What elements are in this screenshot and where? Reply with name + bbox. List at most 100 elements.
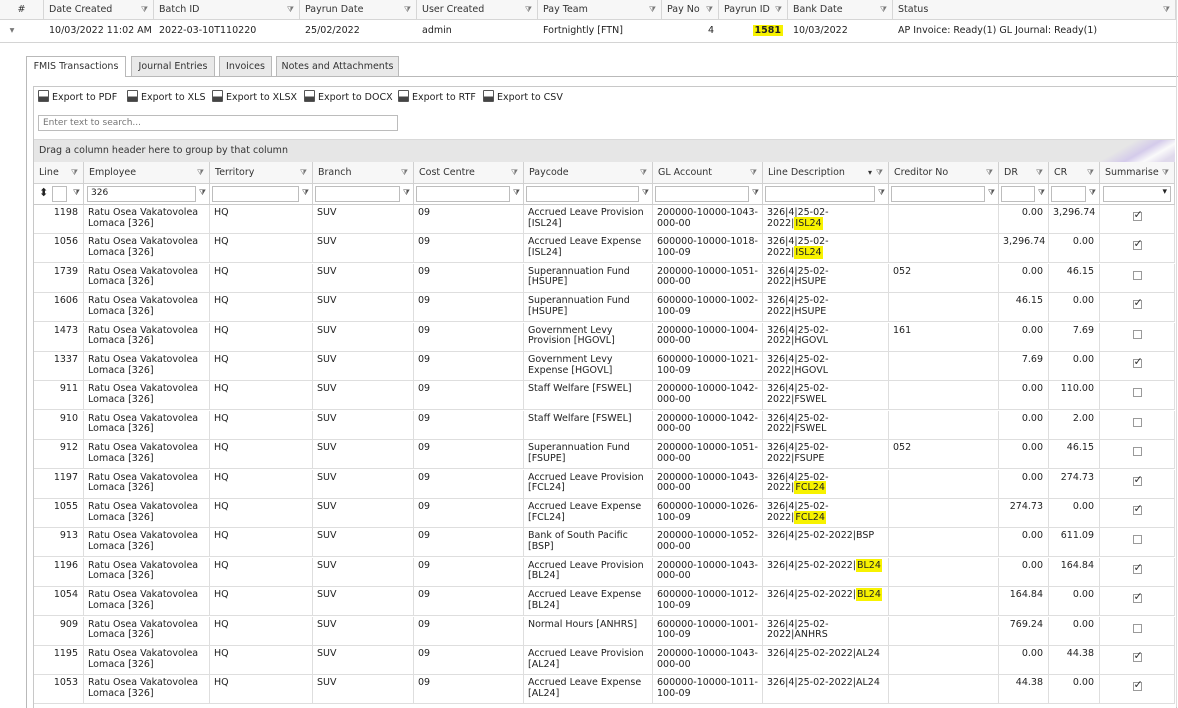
filter-icon[interactable]: ⧩ — [71, 162, 78, 183]
filter-input-territory[interactable] — [212, 186, 299, 202]
summarise-checkbox[interactable] — [1132, 329, 1142, 339]
col-header-pay-no[interactable]: Pay No ⧩ — [662, 0, 719, 20]
summarise-checkbox[interactable] — [1132, 270, 1142, 280]
col-header-paycode[interactable]: Paycode ⧩ — [524, 162, 653, 184]
table-row[interactable]: 1055 Ratu Osea Vakatovolea Lomaca [326] HQ… — [34, 499, 1175, 528]
filter-icon[interactable]: ⧩ — [302, 188, 309, 198]
filter-input-gl-account[interactable] — [655, 186, 749, 202]
filter-icon[interactable]: ⧩ — [525, 0, 532, 19]
row-expand-icon[interactable]: ▾ — [0, 20, 24, 41]
filter-icon[interactable]: ⧩ — [880, 0, 887, 19]
filter-icon[interactable]: ⧩ — [750, 162, 757, 183]
table-row[interactable]: 1606 Ratu Osea Vakatovolea Lomaca [326] HQ… — [34, 293, 1175, 323]
filter-icon[interactable]: ⧩ — [199, 188, 206, 198]
filter-icon[interactable]: ⧩ — [1089, 188, 1096, 198]
export-pdf-button[interactable]: Export to PDF — [38, 90, 117, 106]
filter-icon[interactable]: ⧩ — [876, 162, 883, 183]
filter-input-branch[interactable] — [315, 186, 400, 202]
table-row[interactable]: 911 Ratu Osea Vakatovolea Lomaca [326] HQ S… — [34, 381, 1175, 411]
table-row[interactable]: 1739 Ratu Osea Vakatovolea Lomaca [326] HQ… — [34, 263, 1175, 293]
filter-icon[interactable]: ⧩ — [1036, 162, 1043, 183]
filter-icon[interactable]: ⧩ — [775, 0, 782, 19]
col-header-hash[interactable]: # — [0, 0, 44, 20]
filter-icon[interactable]: ⧩ — [73, 188, 80, 198]
summarise-checkbox[interactable] — [1132, 298, 1143, 310]
filter-icon[interactable]: ⧩ — [404, 0, 411, 19]
filter-input-employee[interactable]: 326 — [87, 186, 196, 202]
summarise-checkbox[interactable] — [1132, 563, 1143, 574]
tab-journal-entries[interactable]: Journal Entries — [131, 56, 215, 76]
chevron-down-icon[interactable]: ▾ — [1162, 187, 1167, 197]
table-row[interactable]: 910 Ratu Osea Vakatovolea Lomaca [326] HQ S… — [34, 410, 1175, 440]
filter-icon[interactable]: ⧩ — [988, 188, 995, 198]
summarise-checkbox[interactable] — [1132, 210, 1143, 221]
filter-icon[interactable]: ⧩ — [300, 162, 307, 183]
filter-icon[interactable]: ⧩ — [401, 162, 408, 183]
col-header-line-description[interactable]: Line Description ▾ ⧩ — [763, 162, 889, 184]
col-header-dr[interactable]: DR ⧩ — [999, 162, 1049, 184]
col-header-pay-team[interactable]: Pay Team ⧩ — [538, 0, 662, 20]
col-header-user-created[interactable]: User Created ⧩ — [417, 0, 538, 20]
filter-input-line[interactable] — [52, 186, 67, 202]
export-docx-button[interactable]: Export to DOCX — [304, 90, 393, 106]
filter-input-summarise[interactable] — [1103, 186, 1171, 202]
col-header-line[interactable]: Line ⧩ — [34, 162, 84, 184]
filter-input-cost-centre[interactable] — [416, 186, 510, 202]
tab-invoices[interactable]: Invoices — [219, 56, 272, 76]
filter-input-creditor-no[interactable] — [891, 186, 985, 202]
filter-input-line-description[interactable] — [765, 186, 875, 202]
tab-notes-attachments[interactable]: Notes and Attachments — [276, 56, 399, 76]
export-rtf-button[interactable]: Export to RTF — [398, 90, 476, 106]
summarise-checkbox[interactable] — [1132, 447, 1142, 457]
table-row[interactable]: 1053 Ratu Osea Vakatovolea Lomaca [326] HQ… — [34, 675, 1175, 705]
filter-icon[interactable]: ⧩ — [1087, 162, 1094, 183]
filter-icon[interactable]: ⧩ — [287, 0, 294, 19]
export-xlsx-button[interactable]: Export to XLSX — [212, 90, 297, 106]
table-row[interactable]: 1196 Ratu Osea Vakatovolea Lomaca [326] HQ… — [34, 557, 1175, 587]
filter-icon[interactable]: ⧩ — [1162, 162, 1169, 183]
filter-icon[interactable]: ⧩ — [752, 188, 759, 198]
summarise-checkbox[interactable] — [1132, 651, 1143, 662]
col-header-territory[interactable]: Territory ⧩ — [210, 162, 313, 184]
filter-icon[interactable]: ⧩ — [706, 0, 713, 19]
export-csv-button[interactable]: Export to CSV — [483, 90, 563, 106]
filter-input-dr[interactable] — [1001, 186, 1035, 202]
filter-input-cr[interactable] — [1051, 186, 1086, 202]
tab-fmis-transactions[interactable]: FMIS Transactions — [26, 56, 126, 77]
table-row[interactable]: 1197 Ratu Osea Vakatovolea Lomaca [326] HQ… — [34, 469, 1175, 499]
table-row[interactable]: 1054 Ratu Osea Vakatovolea Lomaca [326] HQ… — [34, 587, 1175, 617]
summarise-checkbox[interactable] — [1132, 623, 1142, 633]
summarise-checkbox[interactable] — [1132, 680, 1143, 692]
summarise-checkbox[interactable] — [1132, 535, 1142, 545]
col-header-payrun-date[interactable]: Payrun Date ⧩ — [300, 0, 417, 20]
filter-icon[interactable]: ⧩ — [1163, 0, 1170, 19]
col-header-summarise[interactable]: Summarise ⧩ — [1100, 162, 1175, 184]
col-header-cr[interactable]: CR ⧩ — [1049, 162, 1100, 184]
summarise-checkbox[interactable] — [1132, 239, 1143, 251]
sort-desc-icon[interactable]: ▾ — [868, 162, 872, 183]
col-header-gl-account[interactable]: GL Account ⧩ — [653, 162, 763, 184]
filter-icon[interactable]: ⧩ — [649, 0, 656, 19]
search-input[interactable] — [38, 115, 398, 131]
table-row[interactable]: 912 Ratu Osea Vakatovolea Lomaca [326] HQ S… — [34, 440, 1175, 470]
col-header-payrun-id[interactable]: Payrun ID ⧩ — [719, 0, 788, 20]
col-header-creditor-no[interactable]: Creditor No ⧩ — [889, 162, 999, 184]
summarise-checkbox[interactable] — [1132, 475, 1143, 486]
col-header-employee[interactable]: Employee ⧩ — [84, 162, 210, 184]
col-header-status[interactable]: Status ⧩ — [893, 0, 1176, 20]
filter-icon[interactable]: ⧩ — [1038, 188, 1045, 198]
filter-icon[interactable]: ⧩ — [878, 188, 885, 198]
col-header-branch[interactable]: Branch ⧩ — [313, 162, 414, 184]
filter-icon[interactable]: ⧩ — [197, 162, 204, 183]
table-row[interactable]: 1473 Ratu Osea Vakatovolea Lomaca [326] HQ… — [34, 322, 1175, 352]
summarise-checkbox[interactable] — [1132, 592, 1143, 604]
table-row[interactable]: 1198 Ratu Osea Vakatovolea Lomaca [326] HQ… — [34, 205, 1175, 234]
filter-icon[interactable]: ⧩ — [640, 162, 647, 183]
filter-icon[interactable]: ⧩ — [986, 162, 993, 183]
summarise-checkbox[interactable] — [1132, 357, 1143, 368]
filter-icon[interactable]: ⧩ — [141, 0, 148, 19]
col-header-cost-centre[interactable]: Cost Centre ⧩ — [414, 162, 524, 184]
summarise-checkbox[interactable] — [1132, 504, 1143, 515]
summarise-checkbox[interactable] — [1132, 388, 1142, 398]
col-header-bank-date[interactable]: Bank Date ⧩ — [788, 0, 893, 20]
